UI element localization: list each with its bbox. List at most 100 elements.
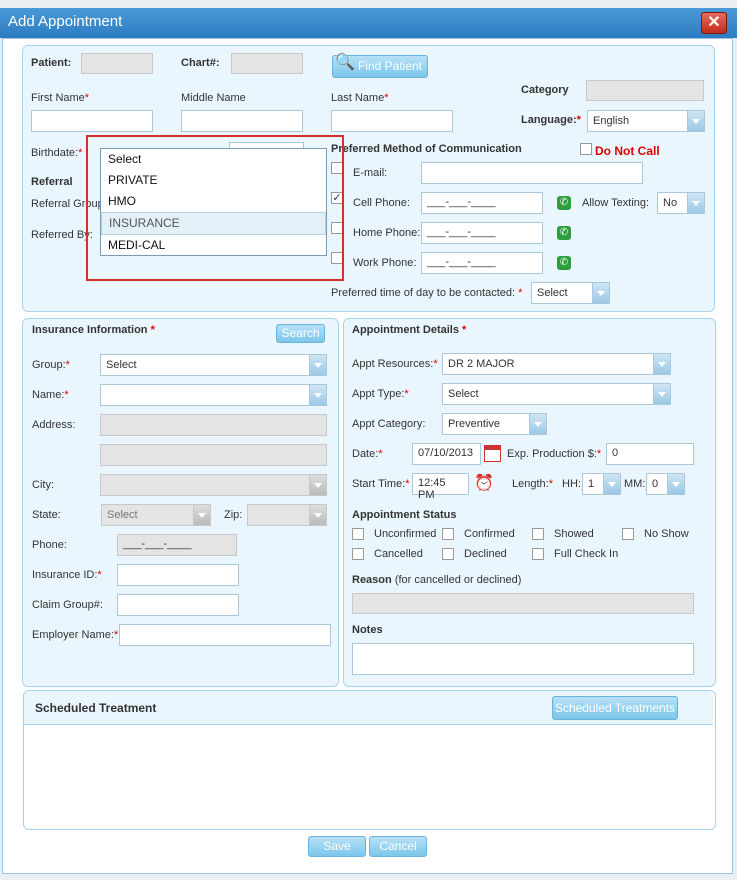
chevron-down-icon [687, 193, 704, 213]
patient-field [81, 53, 153, 74]
cell-phone-label: Cell Phone: [353, 197, 410, 209]
date-label: Date:* [352, 448, 383, 460]
length-label: Length:* [512, 478, 553, 490]
search-person-icon: 🔍 [335, 54, 355, 71]
patient-label: Patient: [31, 57, 72, 69]
find-patient-button[interactable]: 🔍 Find Patient [332, 54, 428, 78]
city-label: City: [32, 479, 54, 491]
showed-checkbox[interactable] [532, 528, 544, 540]
preferred-time-select[interactable]: Select [531, 282, 610, 304]
allow-texting-label: Allow Texting: [582, 197, 650, 209]
employer-input[interactable] [119, 624, 331, 646]
mm-select[interactable]: 0 [646, 473, 685, 495]
address-line1 [100, 414, 327, 436]
claim-group-label: Claim Group#: [32, 599, 103, 611]
close-icon: ✕ [707, 14, 721, 31]
home-phone-label: Home Phone: [353, 227, 421, 239]
category-label: Category [521, 84, 569, 96]
notes-textarea[interactable] [352, 643, 694, 675]
last-name-input[interactable] [331, 110, 453, 132]
cancelled-label: Cancelled [374, 548, 423, 560]
chevron-down-icon [667, 474, 684, 494]
chevron-down-icon [653, 384, 670, 404]
start-time-input[interactable]: 12:45 PM [412, 473, 469, 501]
home-phone-input[interactable]: ___-___-____ [421, 222, 543, 244]
cancelled-checkbox[interactable] [352, 548, 364, 560]
appt-category-select[interactable]: Preventive [442, 413, 547, 435]
save-button[interactable]: Save [308, 836, 366, 857]
no-show-label: No Show [644, 528, 689, 540]
declined-checkbox[interactable] [442, 548, 454, 560]
chart-field [231, 53, 303, 74]
phone-icon[interactable]: ✆ [557, 226, 571, 240]
employer-label: Employer Name:* [32, 629, 119, 641]
group-select[interactable]: Select [100, 354, 327, 376]
cell-phone-input[interactable]: ___-___-____ [421, 192, 543, 214]
category-field [586, 80, 704, 101]
do-not-call-label: Do Not Call [595, 144, 660, 158]
appointment-heading: Appointment Details * [352, 324, 467, 336]
hh-select[interactable]: 1 [582, 473, 621, 495]
dialog-title: Add Appointment [8, 13, 123, 30]
state-select: Select [101, 504, 211, 526]
state-label: State: [32, 509, 61, 521]
full-check-in-checkbox[interactable] [532, 548, 544, 560]
work-phone-label: Work Phone: [353, 257, 417, 269]
reason-field [352, 593, 694, 614]
chevron-down-icon [309, 505, 326, 525]
date-input[interactable]: 07/10/2013 [412, 443, 481, 465]
middle-name-label: Middle Name [181, 92, 246, 104]
appt-type-select[interactable]: Select [442, 383, 671, 405]
preferred-time-label: Preferred time of day to be contacted: * [331, 287, 523, 299]
name-label: Name:* [32, 389, 69, 401]
chevron-down-icon [309, 355, 326, 375]
unconfirmed-checkbox[interactable] [352, 528, 364, 540]
reason-label: Reason (for cancelled or declined) [352, 574, 522, 586]
showed-label: Showed [554, 528, 594, 540]
chevron-down-icon [687, 111, 704, 131]
chevron-down-icon [529, 414, 546, 434]
chevron-down-icon [309, 475, 326, 495]
first-name-input[interactable] [31, 110, 153, 132]
birthdate-label: Birthdate:* [31, 147, 83, 159]
close-button[interactable]: ✕ [701, 12, 727, 34]
allow-texting-select[interactable]: No [657, 192, 705, 214]
last-name-label: Last Name* [331, 92, 389, 104]
cancel-button[interactable]: Cancel [369, 836, 427, 857]
chevron-down-icon [193, 505, 210, 525]
language-select[interactable]: English [587, 110, 705, 132]
no-show-checkbox[interactable] [622, 528, 634, 540]
insurance-id-input[interactable] [117, 564, 239, 586]
insurance-phone-field: ___-___-____ [117, 534, 237, 556]
chevron-down-icon [603, 474, 620, 494]
do-not-call-checkbox[interactable] [580, 143, 592, 155]
group-label: Group:* [32, 359, 70, 371]
exp-production-input[interactable]: 0 [606, 443, 694, 465]
confirmed-checkbox[interactable] [442, 528, 454, 540]
clock-icon[interactable]: ⏰ [474, 473, 494, 493]
find-patient-label: Find Patient [357, 59, 423, 73]
appt-category-label: Appt Category: [352, 418, 426, 430]
claim-group-input[interactable] [117, 594, 239, 616]
declined-label: Declined [464, 548, 507, 560]
work-phone-input[interactable]: ___-___-____ [421, 252, 543, 274]
scheduled-treatments-button[interactable]: Scheduled Treatments [552, 696, 678, 720]
chart-label: Chart#: [181, 57, 220, 69]
city-select [100, 474, 327, 496]
phone-icon[interactable]: ✆ [557, 256, 571, 270]
calendar-icon[interactable] [484, 445, 501, 462]
appt-type-label: Appt Type:* [352, 388, 409, 400]
insurance-name-select[interactable] [100, 384, 327, 406]
zip-label: Zip: [224, 509, 243, 521]
resources-label: Appt Resources:* [352, 358, 438, 370]
email-input[interactable] [421, 162, 643, 184]
middle-name-input[interactable] [181, 110, 303, 132]
chevron-down-icon [592, 283, 609, 303]
exp-production-label: Exp. Production $:* [507, 448, 602, 460]
mm-label: MM: [624, 478, 646, 490]
resources-select[interactable]: DR 2 MAJOR [442, 353, 671, 375]
notes-label: Notes [352, 624, 383, 636]
phone-icon[interactable]: ✆ [557, 196, 571, 210]
insurance-search-button[interactable]: Search [276, 324, 325, 343]
first-name-label: First Name* [31, 92, 90, 104]
